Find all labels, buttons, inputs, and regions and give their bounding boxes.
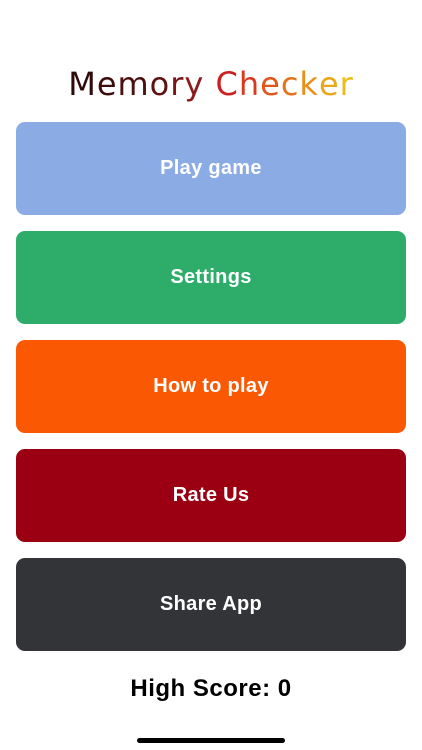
- share-app-label: Share App: [160, 593, 262, 615]
- menu-button-list: Play game Settings How to play Rate Us S…: [16, 122, 406, 667]
- high-score-value: 0: [277, 675, 292, 702]
- title-letter: y: [184, 65, 205, 103]
- title-letter: m: [117, 65, 150, 103]
- title-letter: e: [96, 65, 118, 103]
- share-app-button[interactable]: Share App: [16, 558, 406, 651]
- title-letter: e: [318, 65, 340, 103]
- title-letter: C: [215, 65, 239, 103]
- title-letter: h: [238, 65, 261, 103]
- play-game-label: Play game: [160, 157, 262, 179]
- settings-label: Settings: [170, 266, 252, 288]
- rate-us-button[interactable]: Rate Us: [16, 449, 406, 542]
- title-letter: r: [170, 65, 185, 103]
- high-score-display: High Score: 0: [0, 675, 422, 703]
- title-letter: M: [68, 65, 97, 103]
- title-letter: k: [299, 65, 319, 103]
- rate-us-label: Rate Us: [172, 484, 250, 506]
- app-title: Memory Checker: [0, 64, 422, 104]
- how-to-play-label: How to play: [153, 375, 269, 397]
- title-word-checker: Checker: [216, 65, 354, 103]
- title-letter: o: [149, 65, 171, 103]
- play-game-button[interactable]: Play game: [16, 122, 406, 215]
- title-letter: c: [280, 65, 300, 103]
- main-menu-screen: Memory Checker Play game Settings How to…: [0, 0, 422, 750]
- high-score-label: High Score:: [130, 675, 271, 702]
- home-indicator[interactable]: [137, 738, 285, 743]
- how-to-play-button[interactable]: How to play: [16, 340, 406, 433]
- title-letter: r: [339, 65, 354, 103]
- title-letter: e: [260, 65, 281, 103]
- title-word-memory: Memory: [68, 65, 204, 103]
- settings-button[interactable]: Settings: [16, 231, 406, 324]
